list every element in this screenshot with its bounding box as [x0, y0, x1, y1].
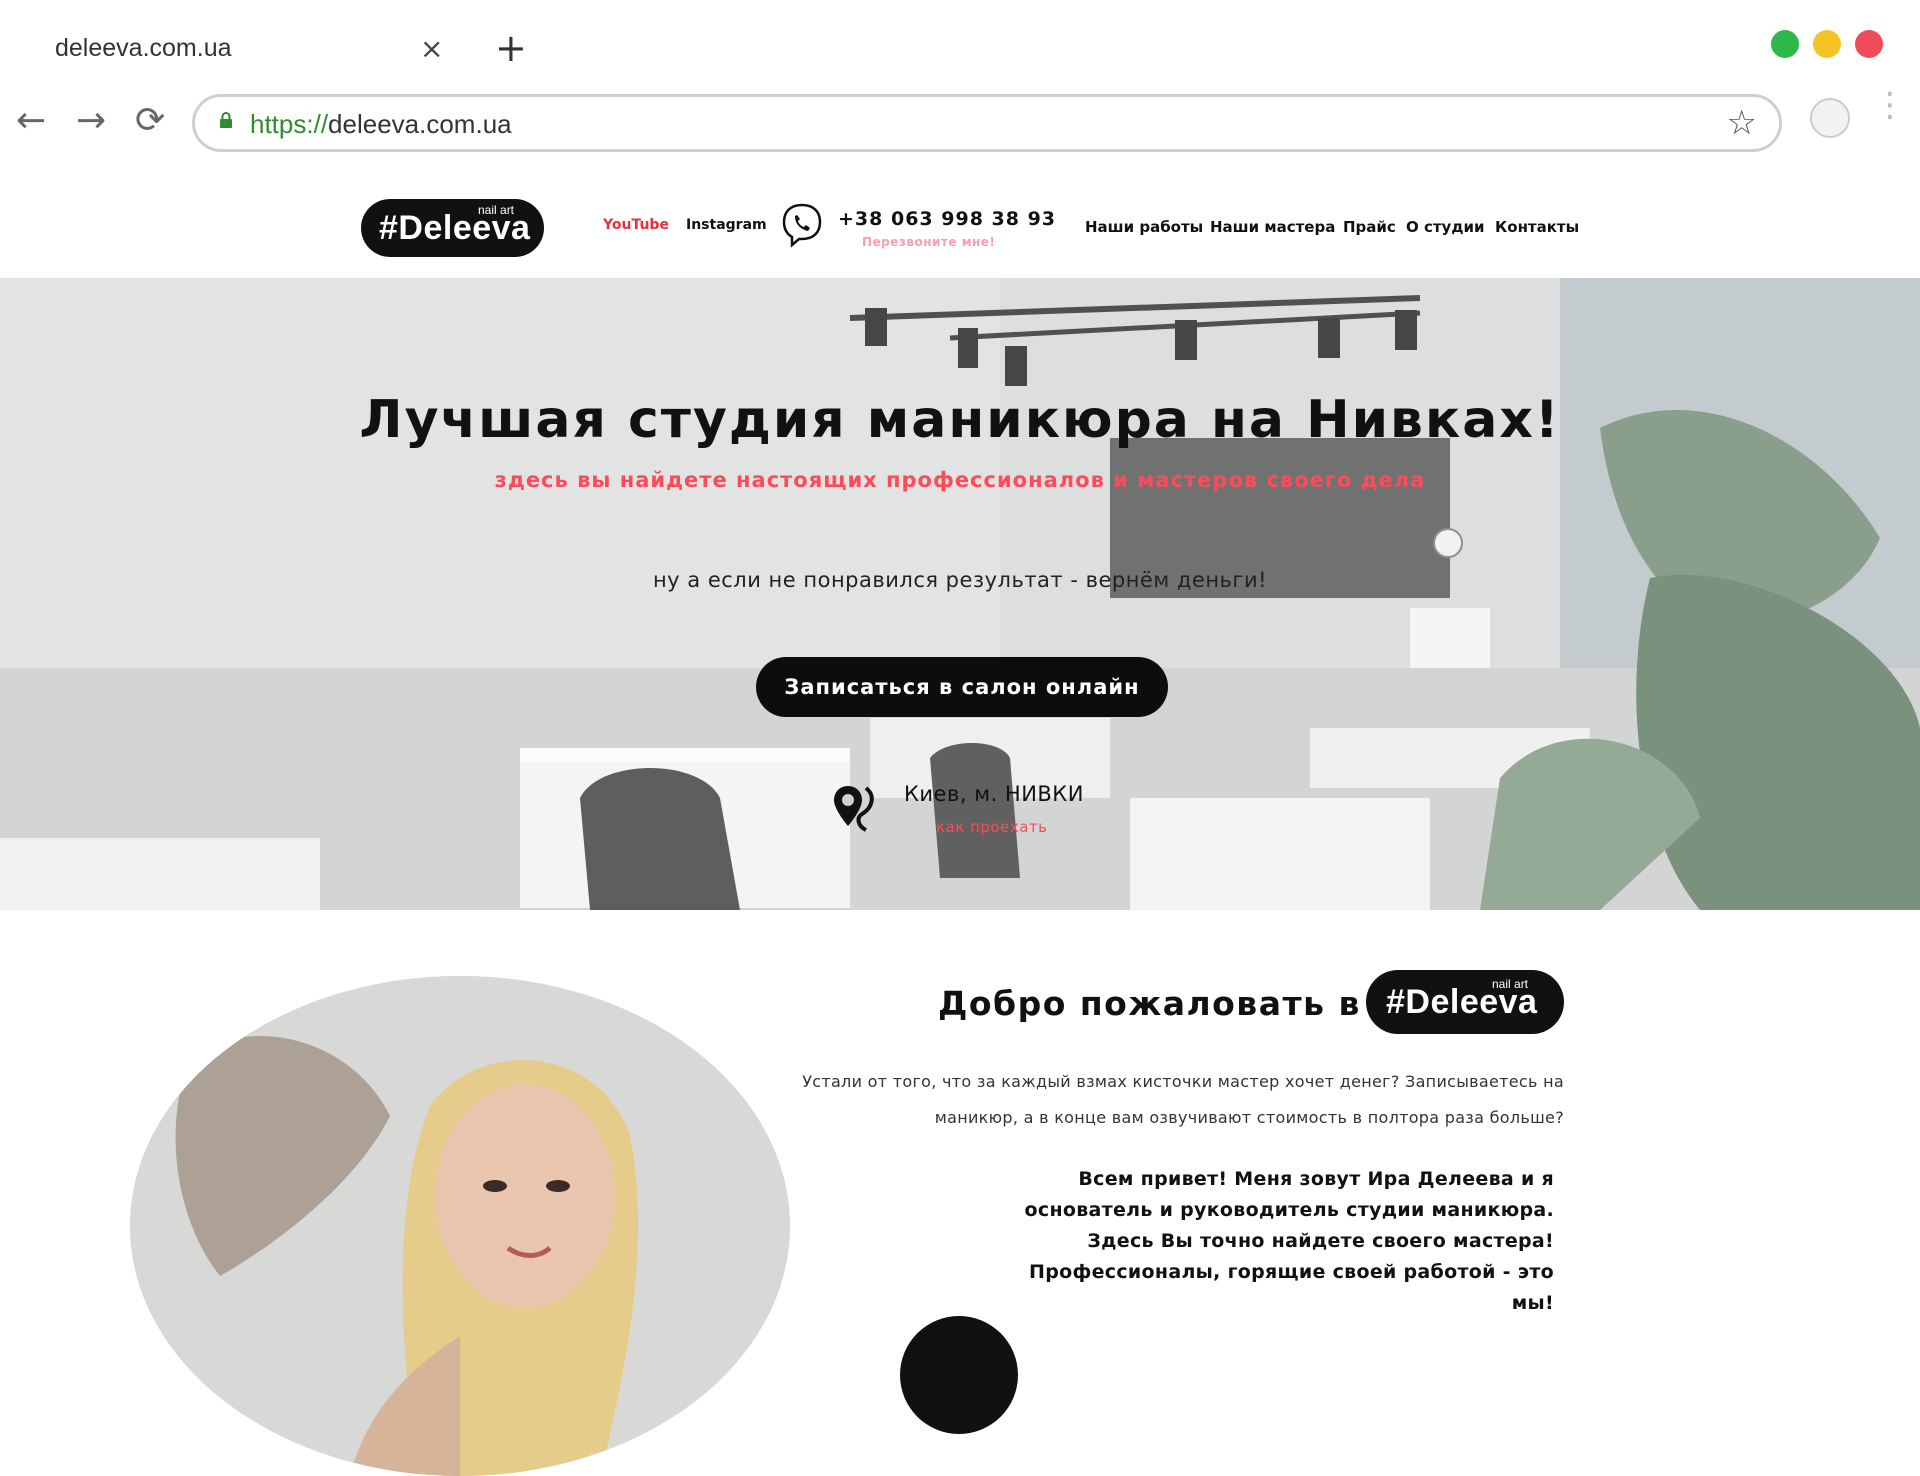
- about-logo: #Deleeva nail art: [1366, 970, 1564, 1034]
- phone-number[interactable]: +38 063 998 38 93: [838, 208, 1056, 230]
- hero-guarantee-text: ну а если не понравился результат - верн…: [652, 568, 1268, 592]
- lock-icon: [220, 112, 232, 128]
- bookmark-star-icon[interactable]: ☆: [1727, 103, 1757, 143]
- hero-subtitle: здесь вы найдете настоящих профессионало…: [494, 468, 1426, 492]
- close-tab-icon[interactable]: ×: [420, 32, 443, 65]
- logo-subtext: nail art: [478, 203, 515, 217]
- reload-icon[interactable]: ⟳: [135, 100, 165, 141]
- about-logo-subtext: nail art: [1492, 977, 1529, 991]
- founder-greeting: Всем привет! Меня зовут Ира Делеева и я …: [1020, 1164, 1554, 1319]
- instagram-link[interactable]: Instagram: [686, 217, 767, 233]
- callback-link[interactable]: Перезвоните мне!: [862, 235, 995, 249]
- nav-our-masters[interactable]: Наши мастера: [1210, 218, 1335, 236]
- new-tab-icon[interactable]: +: [495, 26, 527, 70]
- cutoff-pink-text: [1070, 1328, 1550, 1348]
- intro-line: маникюр, а в конце вам озвучивают стоимо…: [934, 1108, 1564, 1127]
- address-bar[interactable]: https://deleeva.com.ua ☆: [192, 94, 1782, 152]
- greeting-line: Здесь Вы точно найдете своего мастера!: [1087, 1230, 1554, 1252]
- close-window-dot[interactable]: [1855, 30, 1883, 58]
- book-online-button[interactable]: Записаться в салон онлайн: [756, 657, 1168, 717]
- hero-title: Лучшая студия маникюра на Нивках!: [359, 390, 1561, 450]
- directions-link[interactable]: как проехать: [936, 818, 1047, 836]
- founder-photo: [130, 976, 790, 1476]
- youtube-link[interactable]: YouTube: [603, 217, 669, 233]
- site-logo[interactable]: #Deleeva nail art: [361, 199, 544, 257]
- nav-contacts[interactable]: Контакты: [1495, 218, 1579, 236]
- greeting-line: Профессионалы, горящие своей работой - э…: [1029, 1261, 1554, 1283]
- viber-phone-icon[interactable]: [780, 202, 824, 248]
- browser-chrome: deleeva.com.ua × + ← → ⟳ https://deleeva…: [0, 0, 1920, 172]
- forward-icon[interactable]: →: [76, 100, 106, 141]
- minimize-dot[interactable]: [1813, 30, 1841, 58]
- nav-about[interactable]: О студии: [1406, 218, 1484, 236]
- hero-section: Лучшая студия маникюра на Нивках! здесь …: [0, 278, 1920, 910]
- welcome-heading: Добро пожаловать в: [938, 984, 1361, 1023]
- url-text[interactable]: https://deleeva.com.ua: [250, 109, 512, 140]
- location-pin-icon[interactable]: [832, 782, 882, 834]
- location-city: Киев, м. НИВКИ: [904, 782, 1084, 806]
- bottom-logo-circle: [900, 1316, 1018, 1434]
- profile-avatar[interactable]: [1810, 98, 1850, 138]
- browser-menu-icon[interactable]: ⋮: [1873, 88, 1907, 122]
- greeting-line: Всем привет! Меня зовут Ира Делеева и я: [1078, 1168, 1554, 1190]
- studio-background-image: [0, 278, 1920, 910]
- greeting-line: мы!: [1511, 1292, 1554, 1314]
- nav-price[interactable]: Прайс: [1343, 218, 1396, 236]
- nav-our-works[interactable]: Наши работы: [1085, 218, 1203, 236]
- back-icon[interactable]: ←: [16, 100, 46, 141]
- greeting-line: основатель и руководитель студии маникюр…: [1024, 1199, 1554, 1221]
- tab-title[interactable]: deleeva.com.ua: [55, 34, 232, 63]
- founder-portrait-image: [130, 976, 790, 1476]
- maximize-dot[interactable]: [1771, 30, 1799, 58]
- intro-paragraph: Устали от того, что за каждый взмах кист…: [790, 1064, 1564, 1136]
- intro-line: Устали от того, что за каждый взмах кист…: [802, 1072, 1564, 1091]
- site-header: #Deleeva nail art YouTube Instagram +38 …: [0, 172, 1920, 278]
